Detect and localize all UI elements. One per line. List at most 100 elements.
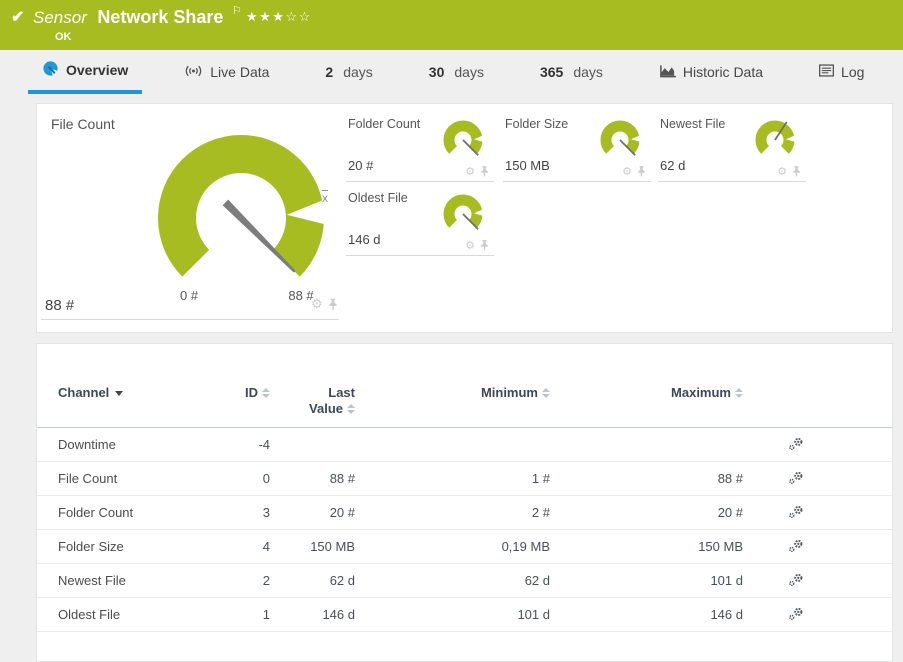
channel-last-value: 150 MB: [270, 539, 355, 554]
channel-gear-icon[interactable]: ⚙: [622, 165, 632, 178]
sort-icon: [735, 388, 743, 398]
column-header-maximum[interactable]: Maximum: [550, 385, 743, 400]
page-title: Network Share: [97, 7, 223, 27]
small-gauge-value: 150 MB: [505, 158, 550, 173]
channel-id: 3: [230, 505, 270, 520]
newest-file-gauge[interactable]: [752, 117, 798, 163]
area-chart-icon: [659, 64, 676, 81]
channel-table-header: Channel ID Last Value Minimum Maximum: [37, 385, 892, 428]
channel-name: Downtime: [37, 437, 230, 452]
tab-log[interactable]: Log: [805, 50, 878, 94]
divider: [41, 319, 339, 320]
sort-desc-icon: [115, 391, 123, 396]
channel-minimum: 2 #: [355, 505, 550, 520]
column-header-last-value[interactable]: Last Value: [270, 385, 355, 418]
tab-2-days[interactable]: 2 days: [311, 50, 386, 94]
pin-icon[interactable]: [792, 166, 801, 177]
status-ok-check-icon: ✔: [11, 7, 24, 27]
channel-last-value: 62 d: [270, 573, 355, 588]
channel-settings-gears-icon[interactable]: [788, 539, 804, 553]
primary-gauge[interactable]: [153, 130, 329, 306]
tab-30-days[interactable]: 30 days: [415, 50, 498, 94]
table-row: Oldest File 1 146 d 101 d 146 d: [37, 598, 892, 632]
tab-label: Live Data: [210, 64, 269, 80]
tab-bar: Overview Live Data 2 days 30 days 365 da…: [0, 50, 903, 98]
tab-live-data[interactable]: Live Data: [170, 50, 283, 94]
pin-icon[interactable]: [637, 166, 646, 177]
folder-count-gauge[interactable]: [440, 117, 486, 163]
channel-id: -4: [230, 437, 270, 452]
channel-gear-icon[interactable]: ⚙: [465, 165, 475, 178]
gauge-scale-min: 0 #: [168, 288, 210, 303]
column-header-id[interactable]: ID: [230, 385, 270, 400]
tab-label: Log: [841, 64, 864, 80]
small-gauge-value: 62 d: [660, 158, 685, 173]
average-marker-label: x: [322, 191, 328, 205]
small-gauge-value: 20 #: [348, 158, 373, 173]
pin-icon[interactable]: [480, 240, 489, 251]
table-row: Folder Count 3 20 # 2 # 20 #: [37, 496, 892, 530]
channel-maximum: 150 MB: [550, 539, 743, 554]
channel-name: Newest File: [37, 573, 230, 588]
table-row: Folder Size 4 150 MB 0,19 MB 150 MB: [37, 530, 892, 564]
channel-name: Folder Count: [37, 505, 230, 520]
column-header-minimum[interactable]: Minimum: [355, 385, 550, 400]
gauge-icon: [42, 60, 59, 80]
channel-settings-gears-icon[interactable]: [788, 471, 804, 485]
column-label: Last: [328, 385, 355, 401]
column-label: Value: [309, 401, 343, 417]
channel-minimum: 101 d: [355, 607, 550, 622]
channel-id: 2: [230, 573, 270, 588]
column-label: Minimum: [481, 385, 538, 400]
small-gauge-title: Newest File: [660, 117, 725, 131]
channel-id: 0: [230, 471, 270, 486]
channel-name: Folder Size: [37, 539, 230, 554]
pin-icon[interactable]: [328, 298, 338, 311]
channel-name: File Count: [37, 471, 230, 486]
sensor-title-row: Sensor Network Share ⚐: [33, 7, 242, 28]
channels-panel: Channel ID Last Value Minimum Maximum Do…: [36, 343, 893, 662]
channel-maximum: 146 d: [550, 607, 743, 622]
flag-icon[interactable]: ⚐: [232, 5, 242, 17]
small-gauge-value: 146 d: [348, 232, 381, 247]
small-gauge-title: Oldest File: [348, 191, 408, 205]
tab-number: 30: [429, 64, 445, 80]
tab-number: 365: [540, 64, 563, 80]
channel-settings-gears-icon[interactable]: [788, 607, 804, 621]
channel-id: 1: [230, 607, 270, 622]
small-gauge-newest-file: Newest File 62 d ⚙: [658, 114, 806, 182]
channel-maximum: 20 #: [550, 505, 743, 520]
tab-historic-data[interactable]: Historic Data: [645, 50, 777, 94]
small-gauge-title: Folder Count: [348, 117, 420, 131]
live-icon: [184, 64, 203, 81]
channel-gear-icon[interactable]: ⚙: [777, 165, 787, 178]
table-row: File Count 0 88 # 1 # 88 #: [37, 462, 892, 496]
tab-label: days: [454, 64, 484, 80]
tab-number: 2: [325, 64, 333, 80]
channel-gear-icon[interactable]: ⚙: [465, 239, 475, 252]
folder-size-gauge[interactable]: [597, 117, 643, 163]
pin-icon[interactable]: [480, 166, 489, 177]
channel-settings-gears-icon[interactable]: [788, 573, 804, 587]
channel-settings-gears-icon[interactable]: [788, 437, 804, 451]
tab-label: Overview: [66, 62, 128, 78]
oldest-file-gauge[interactable]: [440, 191, 486, 237]
tab-365-days[interactable]: 365 days: [526, 50, 617, 94]
channel-gear-icon[interactable]: ⚙: [311, 296, 323, 312]
primary-gauge-value: 88 #: [45, 297, 74, 314]
channel-id: 4: [230, 539, 270, 554]
channel-settings-gears-icon[interactable]: [788, 505, 804, 519]
log-icon: [819, 64, 834, 80]
status-badge: OK: [55, 31, 72, 43]
sensor-header: ✔ Sensor Network Share ⚐ ★★★☆☆ OK: [0, 0, 903, 50]
priority-stars[interactable]: ★★★☆☆: [246, 9, 312, 25]
tab-label: days: [343, 64, 373, 80]
small-gauge-title: Folder Size: [505, 117, 568, 131]
tab-overview[interactable]: Overview: [28, 50, 142, 94]
column-header-channel[interactable]: Channel: [37, 385, 230, 400]
table-row: Newest File 2 62 d 62 d 101 d: [37, 564, 892, 598]
tab-label: days: [573, 64, 603, 80]
channel-last-value: 146 d: [270, 607, 355, 622]
channel-last-value: 20 #: [270, 505, 355, 520]
sort-icon: [347, 404, 355, 414]
